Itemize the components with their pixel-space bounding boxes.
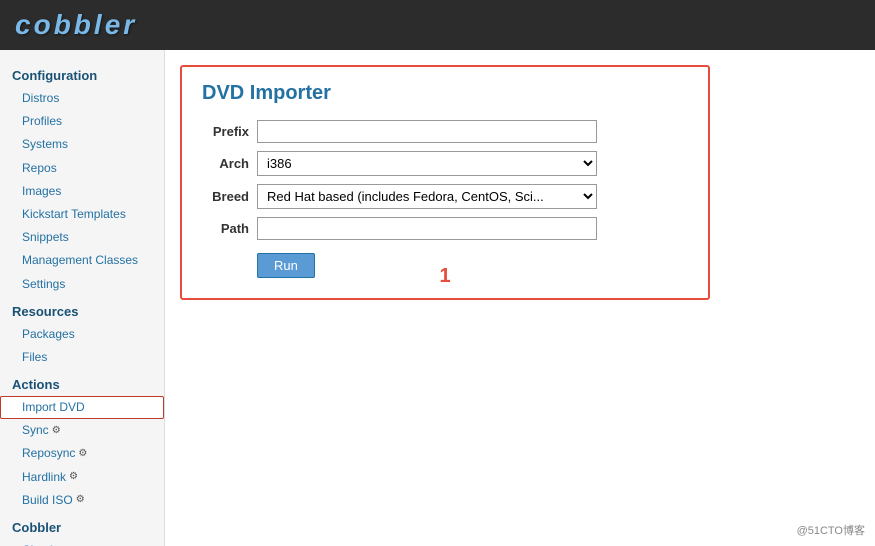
sidebar-item-kickstart[interactable]: Kickstart Templates — [0, 203, 164, 226]
sidebar-item-snippets[interactable]: Snippets — [0, 226, 164, 249]
sidebar: Configuration Distros Profiles Systems R… — [0, 50, 165, 546]
prefix-label: Prefix — [202, 124, 257, 139]
importer-panel: DVD Importer Prefix Arch i386 x86_64 ppc… — [180, 65, 710, 300]
sidebar-item-management[interactable]: Management Classes — [0, 249, 164, 272]
breed-row: Breed Red Hat based (includes Fedora, Ce… — [202, 184, 688, 209]
run-button[interactable]: Run — [257, 253, 315, 278]
breed-label: Breed — [202, 189, 257, 204]
resources-section-title: Resources — [0, 296, 164, 323]
sidebar-item-images[interactable]: Images — [0, 180, 164, 203]
breed-select[interactable]: Red Hat based (includes Fedora, CentOS, … — [257, 184, 597, 209]
path-label: Path — [202, 221, 257, 236]
arch-select[interactable]: i386 x86_64 ppc ppc64 s390 ia64 — [257, 151, 597, 176]
reposync-gear-icon: ⚙ — [78, 446, 87, 462]
arch-row: Arch i386 x86_64 ppc ppc64 s390 ia64 — [202, 151, 688, 176]
path-input[interactable] — [257, 217, 597, 240]
prefix-input[interactable] — [257, 120, 597, 143]
main-layout: Configuration Distros Profiles Systems R… — [0, 50, 875, 546]
hardlink-gear-icon: ⚙ — [69, 469, 78, 485]
prefix-row: Prefix — [202, 120, 688, 143]
path-row: Path — [202, 217, 688, 240]
header: cobbler — [0, 0, 875, 50]
sync-gear-icon: ⚙ — [52, 423, 61, 439]
sidebar-item-packages[interactable]: Packages — [0, 323, 164, 346]
content-area: DVD Importer Prefix Arch i386 x86_64 ppc… — [165, 50, 875, 546]
sidebar-item-build-iso[interactable]: Build ISO ⚙ — [0, 489, 164, 512]
sidebar-item-sync[interactable]: Sync ⚙ — [0, 419, 164, 442]
sidebar-item-check[interactable]: Check — [0, 539, 164, 546]
sidebar-item-profiles[interactable]: Profiles — [0, 110, 164, 133]
logo: cobbler — [15, 9, 137, 41]
sidebar-item-systems[interactable]: Systems — [0, 133, 164, 156]
configuration-section-title: Configuration — [0, 60, 164, 87]
watermark: @51CTO博客 — [797, 522, 865, 538]
importer-title: DVD Importer — [202, 82, 688, 105]
actions-section-title: Actions — [0, 369, 164, 396]
sidebar-item-settings[interactable]: Settings — [0, 273, 164, 296]
sidebar-item-distros[interactable]: Distros — [0, 87, 164, 110]
sidebar-item-reposync[interactable]: Reposync ⚙ — [0, 442, 164, 465]
sidebar-item-repos[interactable]: Repos — [0, 157, 164, 180]
sidebar-item-hardlink[interactable]: Hardlink ⚙ — [0, 466, 164, 489]
buildiso-gear-icon: ⚙ — [76, 492, 85, 508]
arch-label: Arch — [202, 156, 257, 171]
cobbler-section-title: Cobbler — [0, 512, 164, 539]
sidebar-item-files[interactable]: Files — [0, 346, 164, 369]
sidebar-item-import-dvd[interactable]: Import DVD — [0, 396, 164, 419]
label-number: 1 — [439, 265, 450, 288]
